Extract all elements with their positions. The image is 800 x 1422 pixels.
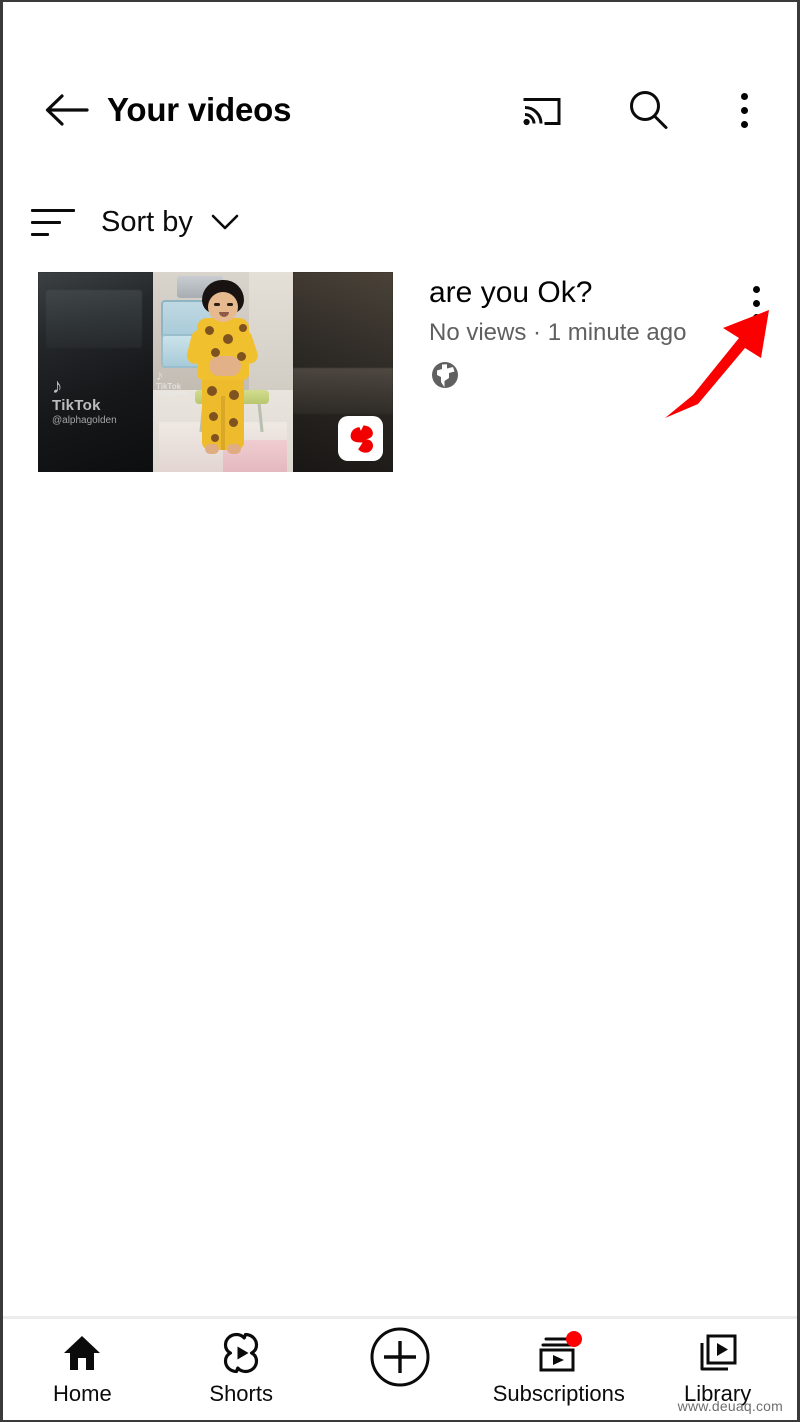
shorts-badge bbox=[338, 416, 383, 461]
cast-button[interactable] bbox=[511, 79, 573, 141]
video-row-overflow-menu[interactable] bbox=[733, 275, 779, 331]
tiktok-note-glyph-inner: ♪ bbox=[156, 367, 163, 383]
video-list-item[interactable]: ♪ TikTok @alphagolden ♪ TikTok @alphagol… bbox=[3, 270, 797, 480]
nav-item-shorts[interactable]: Shorts bbox=[162, 1319, 321, 1420]
nav-item-subscriptions[interactable]: Subscriptions bbox=[479, 1319, 638, 1420]
search-icon bbox=[630, 91, 668, 129]
tiktok-brand-label-inner: TikTok bbox=[156, 381, 182, 391]
tiktok-username-label-inner: @alphagolden bbox=[156, 391, 189, 398]
thumbnail-tiktok-watermark-inner: ♪ TikTok @alphagolden bbox=[156, 368, 188, 397]
tiktok-brand-label: TikTok bbox=[52, 397, 101, 415]
youtube-your-videos-screen: Your videos Sort by ♪ TikTok @alphagolde… bbox=[0, 0, 800, 1422]
chevron-down-icon bbox=[210, 207, 240, 237]
back-button[interactable] bbox=[31, 75, 101, 145]
sort-by-label: Sort by bbox=[101, 205, 193, 238]
app-header: Your videos bbox=[3, 64, 797, 156]
cast-icon bbox=[523, 98, 561, 126]
header-overflow-menu-button[interactable] bbox=[713, 79, 775, 141]
video-meta: are you Ok? No views · 1 minute ago bbox=[429, 276, 729, 391]
page-title: Your videos bbox=[107, 91, 292, 128]
nav-label-shorts: Shorts bbox=[209, 1381, 273, 1406]
nav-item-home[interactable]: Home bbox=[3, 1319, 162, 1420]
globe-public-icon bbox=[429, 359, 461, 391]
more-vertical-icon bbox=[740, 92, 748, 128]
sort-by-control[interactable]: Sort by bbox=[3, 192, 797, 252]
notification-badge-dot bbox=[565, 1331, 582, 1347]
video-thumbnail[interactable]: ♪ TikTok @alphagolden ♪ TikTok @alphagol… bbox=[38, 272, 393, 472]
tiktok-username-label: @alphagolden bbox=[52, 414, 117, 426]
library-icon bbox=[695, 1331, 741, 1375]
thumbnail-blur-left bbox=[38, 272, 153, 472]
subscriptions-icon bbox=[535, 1331, 583, 1375]
shorts-badge-icon bbox=[350, 425, 373, 453]
plus-circle-icon bbox=[369, 1327, 431, 1387]
sort-lines-icon bbox=[31, 202, 79, 242]
tiktok-note-glyph: ♪ bbox=[52, 375, 63, 398]
thumbnail-tiktok-watermark: ♪ TikTok @alphagolden bbox=[52, 375, 117, 426]
site-watermark: www.deuaq.com bbox=[677, 1398, 783, 1414]
arrow-left-icon bbox=[45, 94, 89, 126]
nav-label-subscriptions: Subscriptions bbox=[492, 1381, 625, 1406]
home-icon bbox=[61, 1331, 103, 1375]
nav-label-home: Home bbox=[53, 1381, 112, 1406]
nav-item-create[interactable] bbox=[321, 1319, 480, 1420]
video-title: are you Ok? bbox=[429, 276, 593, 309]
video-stats: No views · 1 minute ago bbox=[429, 319, 687, 346]
shorts-icon bbox=[220, 1331, 262, 1375]
search-button[interactable] bbox=[617, 79, 679, 141]
